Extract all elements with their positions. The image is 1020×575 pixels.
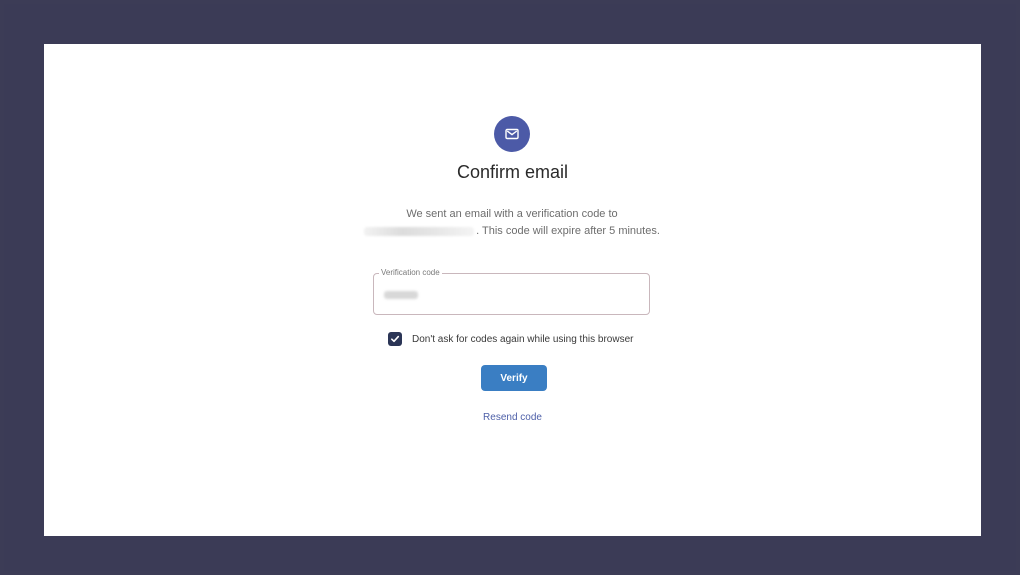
remember-checkbox[interactable]: [388, 332, 402, 346]
remember-checkbox-label: Don't ask for codes again while using th…: [412, 333, 634, 345]
verification-code-input[interactable]: [374, 274, 653, 316]
page-title: Confirm email: [456, 162, 569, 182]
verification-code-field[interactable]: Verification code: [373, 267, 653, 316]
resend-code-link[interactable]: Resend code: [44, 412, 981, 423]
verify-button[interactable]: Verify: [481, 365, 547, 391]
mail-icon: [494, 116, 530, 152]
message-line-2: . This code will expire after 5 minutes.: [312, 223, 712, 240]
expiry-text: . This code will expire after 5 minutes.: [476, 225, 660, 237]
checkmark-icon: [391, 335, 400, 343]
redacted-email: [364, 226, 475, 236]
confirm-email-card: Confirm email We sent an email with a ve…: [44, 44, 981, 536]
message-line-1: We sent an email with a verification cod…: [406, 208, 618, 220]
verification-message: We sent an email with a verification cod…: [312, 206, 712, 240]
remember-browser-option[interactable]: Don't ask for codes again while using th…: [388, 332, 633, 346]
